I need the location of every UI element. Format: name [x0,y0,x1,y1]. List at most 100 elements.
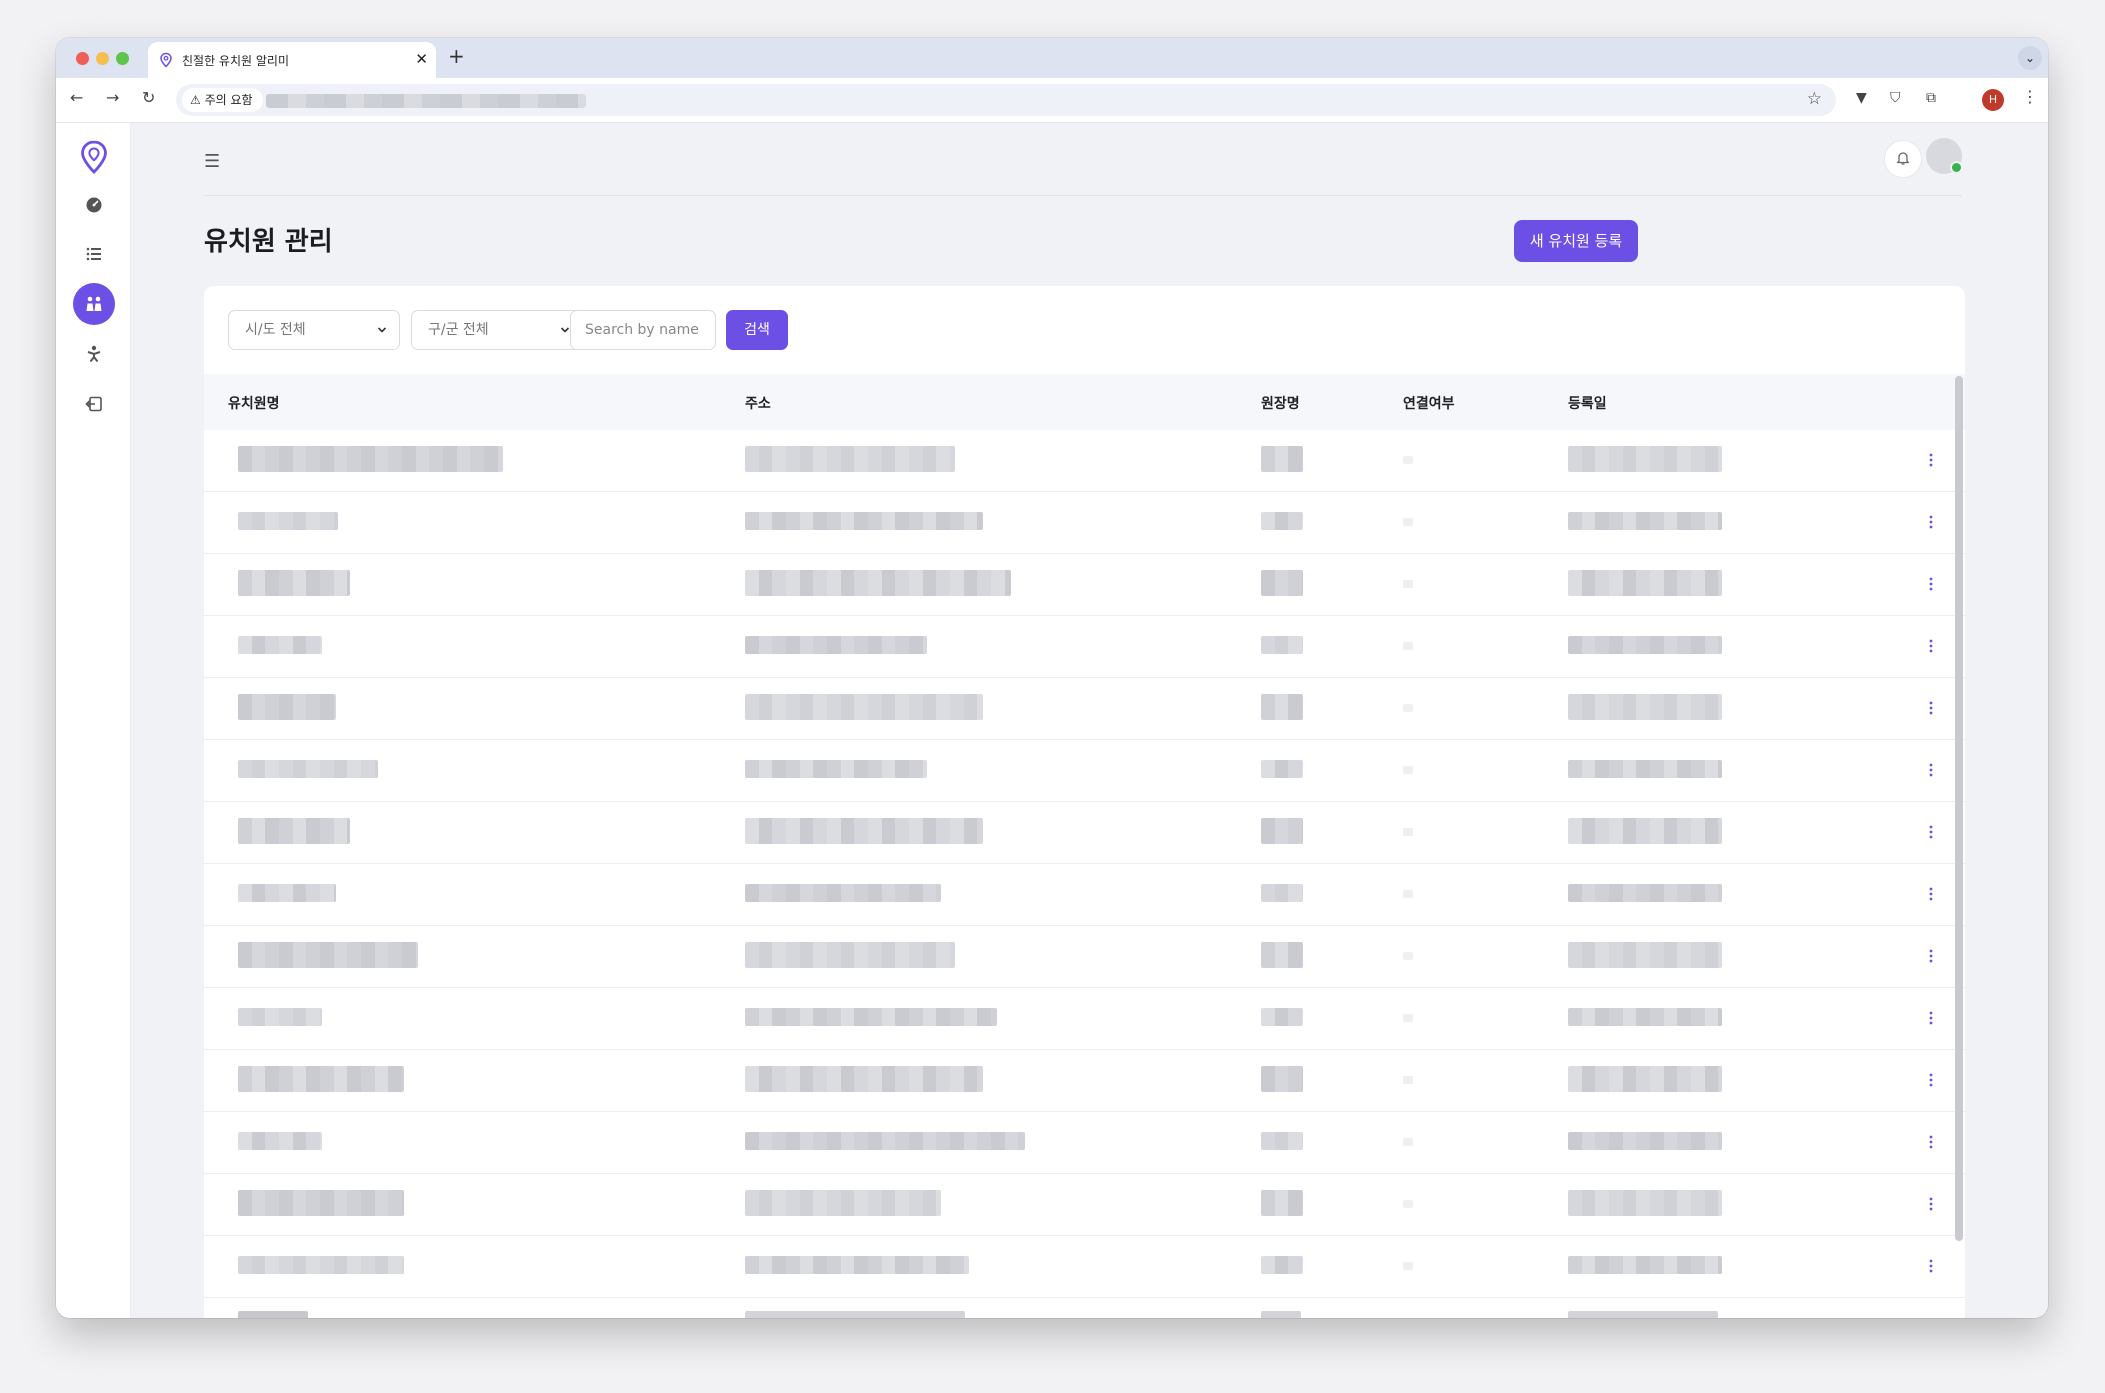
row-actions-button[interactable] [1926,1008,1936,1028]
search-button[interactable]: 검색 [726,310,788,350]
security-warning-chip[interactable]: ⚠ 주의 요함 [182,88,263,112]
table-row[interactable] [204,740,1965,802]
hamburger-menu-icon[interactable]: ☰ [204,151,220,172]
table-row[interactable] [204,802,1965,864]
bell-icon [1896,152,1910,165]
notifications-button[interactable] [1884,140,1922,178]
redacted-director [1261,1190,1303,1216]
page-title: 유치원 관리 [204,227,333,257]
sidebar [56,123,131,1318]
row-actions-button[interactable] [1926,1194,1936,1214]
table-row[interactable] [204,988,1965,1050]
column-header-name[interactable]: 유치원명 [228,393,280,413]
sidebar-item-list[interactable] [73,233,115,275]
redacted-address [745,570,1011,596]
column-header-connected[interactable]: 연결여부 [1403,393,1455,413]
redacted-connected [1403,704,1413,712]
column-header-registered[interactable]: 등록일 [1568,393,1607,413]
row-actions-button[interactable] [1926,450,1936,470]
maximize-window-button[interactable] [116,52,129,65]
kebab-menu-icon [1929,515,1933,529]
redacted-date [1568,694,1722,720]
redacted-name [238,636,322,654]
table-row-partial [204,1309,1965,1318]
redacted-name [238,1008,322,1026]
sidebar-item-dashboard[interactable] [73,184,115,226]
kebab-menu-icon [1929,701,1933,715]
logout-icon [85,396,102,412]
kebab-menu-icon [1929,1073,1933,1087]
table-row[interactable] [204,1112,1965,1174]
sido-select-value: 시/도 전체 [245,322,306,338]
redacted-director [1261,1256,1303,1274]
row-actions-button[interactable] [1926,574,1936,594]
browser-menu-icon[interactable]: ⋮ [2022,87,2038,106]
redacted-director [1261,1066,1303,1092]
redacted-address [745,942,955,968]
redacted-director [1261,818,1303,844]
tab-search-icon[interactable]: ⌄ [2018,46,2042,70]
redacted-director [1261,1008,1303,1026]
gugun-select[interactable]: 구/군 전체 [411,310,583,350]
tab-close-icon[interactable]: ✕ [415,50,428,68]
chevron-down-icon [377,327,387,333]
table-row[interactable] [204,1236,1965,1298]
row-actions-button[interactable] [1926,636,1936,656]
back-icon[interactable]: ← [70,88,83,107]
sidebar-item-kindergarten[interactable] [73,283,115,325]
row-actions-button[interactable] [1926,822,1936,842]
redacted-name [238,446,503,472]
row-actions-button[interactable] [1926,1256,1936,1276]
new-tab-icon[interactable]: + [448,44,465,68]
row-actions-button[interactable] [1926,946,1936,966]
page-scrollbar[interactable] [1955,376,1963,1241]
table-row[interactable] [204,864,1965,926]
redacted-address [745,1190,941,1216]
table-row[interactable] [204,678,1965,740]
table-row[interactable] [204,1050,1965,1112]
row-actions-button[interactable] [1926,1132,1936,1152]
redacted-connected [1403,456,1413,464]
row-actions-button[interactable] [1926,760,1936,780]
sido-select[interactable]: 시/도 전체 [228,310,400,350]
search-input[interactable] [570,310,716,350]
table-row[interactable] [204,430,1965,492]
browser-tab[interactable]: 친절한 유치원 알리미 ✕ [148,42,436,78]
close-window-button[interactable] [76,52,89,65]
kebab-menu-icon [1929,1197,1933,1211]
redacted-date [1568,1190,1722,1216]
minimize-window-button[interactable] [96,52,109,65]
table-row[interactable] [204,926,1965,988]
table-row[interactable] [204,492,1965,554]
column-header-director[interactable]: 원장명 [1261,393,1300,413]
extensions-puzzle-icon[interactable]: ⧉ [1926,90,1936,106]
sidebar-item-child[interactable] [73,333,115,375]
redacted-date [1568,446,1722,472]
redacted-connected [1403,766,1413,774]
reload-icon[interactable]: ↻ [142,88,155,107]
redacted-connected [1403,952,1413,960]
address-bar[interactable]: ⚠ 주의 요함 ☆ [176,84,1836,116]
redacted-director [1261,942,1303,968]
redacted-address [745,1256,969,1274]
redacted-director [1261,1311,1301,1318]
forward-icon[interactable]: → [106,88,119,107]
extension-shield-icon[interactable]: ⛉ [1890,90,1901,106]
user-avatar[interactable] [1926,138,1963,174]
bookmark-star-icon[interactable]: ☆ [1807,89,1822,109]
table-row[interactable] [204,616,1965,678]
extension-filter-icon[interactable]: ▼ [1856,90,1867,106]
redacted-address [745,512,983,530]
table-row[interactable] [204,1174,1965,1236]
column-header-address[interactable]: 주소 [745,393,771,413]
table-row[interactable] [204,554,1965,616]
row-actions-button[interactable] [1926,698,1936,718]
row-actions-button[interactable] [1926,512,1936,532]
profile-avatar[interactable]: H [1982,89,2004,111]
sidebar-item-logout[interactable] [73,383,115,425]
row-actions-button[interactable] [1926,1070,1936,1090]
new-kindergarten-button[interactable]: 새 유치원 등록 [1514,220,1638,262]
tab-favicon-icon [160,52,172,68]
redacted-name [238,884,336,902]
row-actions-button[interactable] [1926,884,1936,904]
